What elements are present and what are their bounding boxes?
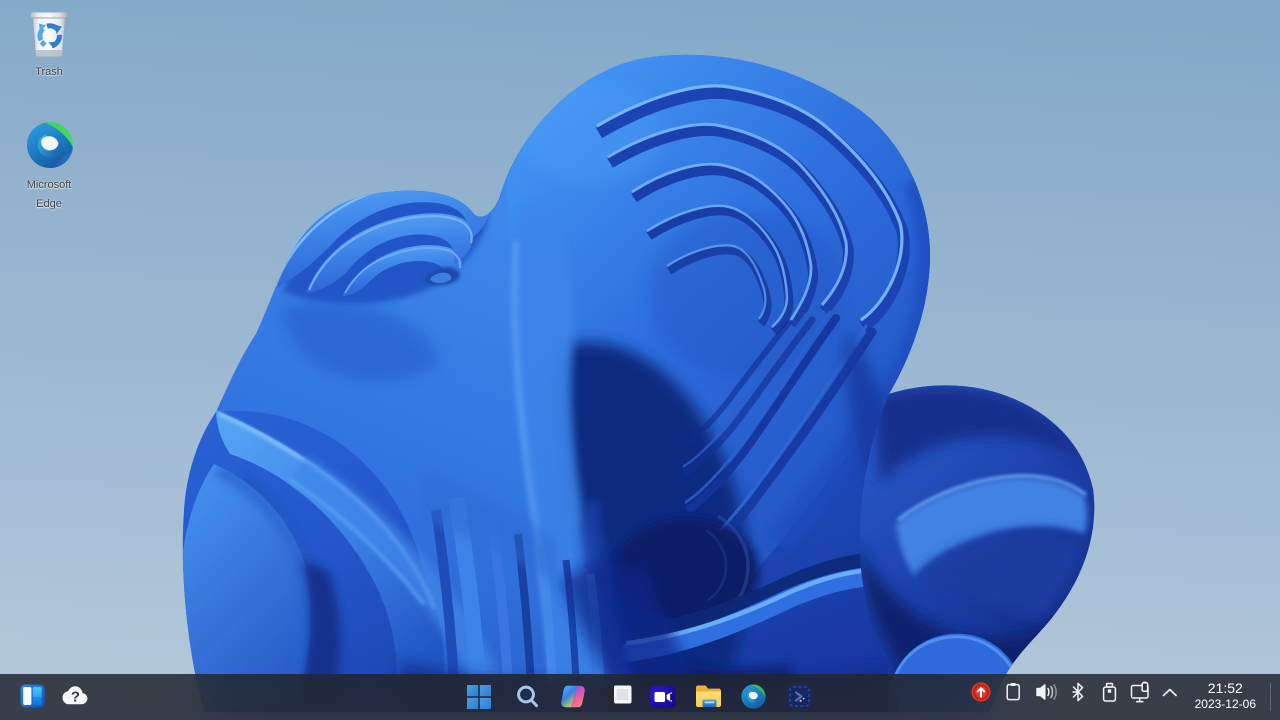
svg-text:?: ? — [71, 688, 80, 705]
